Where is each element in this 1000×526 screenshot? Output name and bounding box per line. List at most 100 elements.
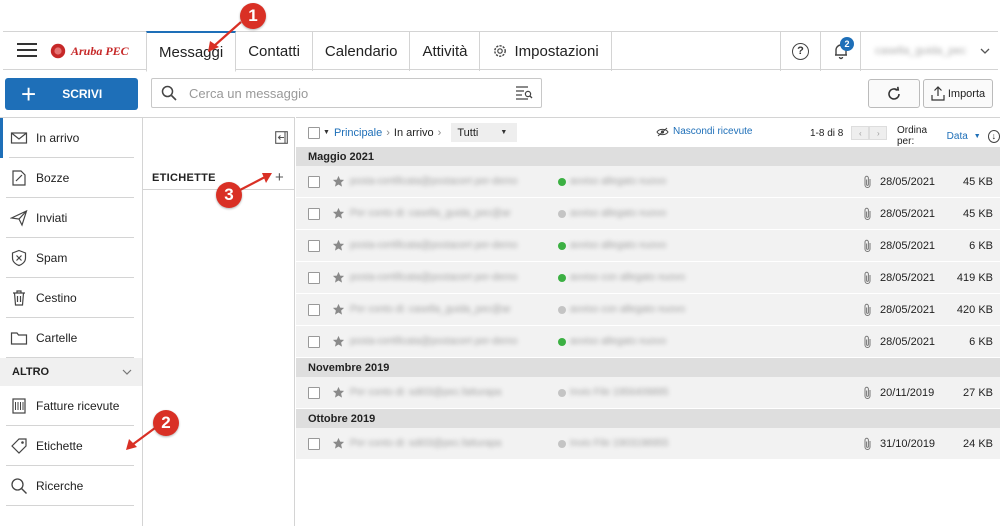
compose-button[interactable]: + SCRIVI	[5, 78, 138, 110]
message-date: 28/05/2021	[880, 335, 936, 348]
message-subject: avviso allegato nuovo	[570, 208, 667, 219]
message-sender: posta-certificata@postacert per-demo	[350, 176, 518, 187]
star-icon[interactable]	[332, 239, 345, 252]
paperclip-icon	[864, 271, 871, 284]
pager-buttons: ‹ ›	[851, 126, 888, 140]
sidebar-item-label: Fatture ricevute	[36, 399, 120, 413]
message-sender: Per conto di: sdi03@pec.fatturapa	[350, 387, 502, 398]
star-icon[interactable]	[332, 437, 345, 450]
message-row[interactable]: posta-certificata@postacert per-demo avvi…	[296, 326, 1000, 358]
message-size: 24 KB	[963, 437, 993, 450]
folder-sidebar: In arrivo Bozze Inviati Spam Cestino Car…	[0, 117, 143, 526]
list-toolbar: ▼ Principale › In arrivo › Tutti ▼ Nasco…	[296, 118, 1000, 147]
upload-icon	[931, 86, 945, 101]
message-date: 28/05/2021	[880, 175, 936, 188]
spam-icon	[11, 249, 27, 267]
message-date: 28/05/2021	[880, 271, 936, 284]
status-dot	[558, 274, 566, 282]
message-row[interactable]: Per conto di: sdi03@pec.fatturapa Invio F…	[296, 428, 1000, 460]
message-checkbox[interactable]	[308, 239, 320, 252]
star-icon[interactable]	[332, 303, 345, 316]
message-checkbox[interactable]	[308, 437, 320, 450]
star-icon[interactable]	[332, 335, 345, 348]
message-subject: avviso con allegato nuovo	[570, 304, 686, 315]
message-checkbox[interactable]	[308, 386, 320, 399]
message-checkbox[interactable]	[308, 271, 320, 284]
tab-impostazioni[interactable]: Impostazioni	[480, 31, 612, 71]
logo: Aruba PEC	[49, 42, 129, 60]
message-row[interactable]: posta-certificata@postacert per-demo avvi…	[296, 262, 1000, 294]
message-row[interactable]: posta-certificata@postacert per-demo avvi…	[296, 166, 1000, 198]
message-row[interactable]: Per conto di: casella_guida_pec@ar avviso…	[296, 198, 1000, 230]
sidebar-item-bozze[interactable]: Bozze	[0, 158, 142, 198]
chevron-right-icon: ›	[437, 126, 442, 139]
search-input[interactable]: Cerca un messaggio	[189, 86, 515, 101]
sidebar-item-inviati[interactable]: Inviati	[0, 198, 142, 238]
filter-dropdown[interactable]: Tutti ▼	[451, 123, 518, 142]
tab-contatti[interactable]: Contatti	[236, 31, 313, 71]
sidebar-item-etichette[interactable]: Etichette	[0, 426, 142, 466]
date-group-header: Maggio 2021	[296, 147, 1000, 166]
top-bar: Aruba PEC Messaggi Contatti Calendario A…	[3, 31, 998, 72]
sort-direction-icon[interactable]: ↓	[987, 129, 1000, 143]
hide-read-toggle[interactable]: Nascondi ricevute	[656, 126, 752, 137]
star-icon[interactable]	[332, 207, 345, 220]
star-icon[interactable]	[332, 175, 345, 188]
message-row[interactable]: Per conto di: sdi03@pec.fatturapa Invio F…	[296, 377, 1000, 409]
advanced-search-icon[interactable]	[515, 85, 533, 101]
message-date: 28/05/2021	[880, 303, 936, 316]
sidebar-item-fatture-ricevute[interactable]: Fatture ricevute	[0, 386, 142, 426]
import-label: Importa	[947, 87, 986, 100]
sidebar-item-cestino[interactable]: Cestino	[0, 278, 142, 318]
select-all-checkbox[interactable]	[308, 126, 320, 139]
date-group-header: Ottobre 2019	[296, 409, 1000, 428]
message-checkbox[interactable]	[308, 303, 320, 316]
message-checkbox[interactable]	[308, 207, 320, 220]
add-label-button[interactable]: +	[275, 169, 284, 186]
star-icon[interactable]	[332, 271, 345, 284]
message-subject: avviso allegato nuovo	[570, 336, 667, 347]
tab-messaggi[interactable]: Messaggi	[146, 31, 237, 72]
help-button[interactable]: ?	[780, 31, 820, 71]
message-sender: Per conto di: casella_guida_pec@ar	[350, 304, 511, 315]
sidebar-section-altro[interactable]: ALTRO	[0, 358, 142, 386]
breadcrumb-root[interactable]: Principale	[334, 127, 382, 139]
sidebar-item-spam[interactable]: Spam	[0, 238, 142, 278]
refresh-button[interactable]	[868, 79, 920, 108]
hide-read-label: Nascondi ricevute	[673, 126, 753, 137]
labels-title: ETICHETTE	[152, 171, 216, 184]
paperclip-icon	[864, 386, 871, 399]
caret-down-icon[interactable]: ▼	[323, 129, 330, 136]
tab-attivita[interactable]: Attività	[410, 31, 481, 71]
collapse-panel-icon[interactable]	[275, 131, 288, 144]
star-icon[interactable]	[332, 386, 345, 399]
message-subject: avviso allegato nuovo	[570, 176, 667, 187]
prev-page-button[interactable]: ‹	[851, 126, 870, 140]
message-checkbox[interactable]	[308, 335, 320, 348]
labels-header: ETICHETTE +	[152, 169, 284, 186]
message-row[interactable]: posta-certificata@postacert per-demo avvi…	[296, 230, 1000, 262]
message-row[interactable]: Per conto di: casella_guida_pec@ar avviso…	[296, 294, 1000, 326]
search-icon	[11, 478, 27, 494]
hamburger-menu-icon[interactable]	[17, 43, 37, 58]
status-dot	[558, 338, 566, 346]
sidebar-item-cartelle[interactable]: Cartelle	[0, 318, 142, 358]
message-size: 45 KB	[963, 207, 993, 220]
message-subject: avviso allegato nuovo	[570, 240, 667, 251]
notifications-button[interactable]: 2	[820, 31, 860, 71]
sidebar-item-label: Cestino	[36, 291, 77, 305]
sidebar-item-in-arrivo[interactable]: In arrivo	[0, 118, 142, 158]
import-button[interactable]: Importa	[923, 79, 993, 108]
tab-calendario[interactable]: Calendario	[313, 31, 411, 71]
sidebar-item-ricerche[interactable]: Ricerche	[0, 466, 142, 506]
caret-down-icon[interactable]: ▼	[974, 133, 981, 140]
search-box[interactable]: Cerca un messaggio	[151, 78, 542, 108]
sidebar-item-label: In arrivo	[36, 131, 80, 145]
message-checkbox[interactable]	[308, 175, 320, 188]
sort-field-dropdown[interactable]: Data	[947, 131, 968, 142]
refresh-icon	[888, 86, 900, 100]
next-page-button[interactable]: ›	[869, 126, 888, 140]
filter-value: Tutti	[457, 126, 479, 139]
user-menu[interactable]: casella_guida_pec	[860, 31, 998, 71]
message-sender: Per conto di: sdi03@pec.fatturapa	[350, 438, 502, 449]
